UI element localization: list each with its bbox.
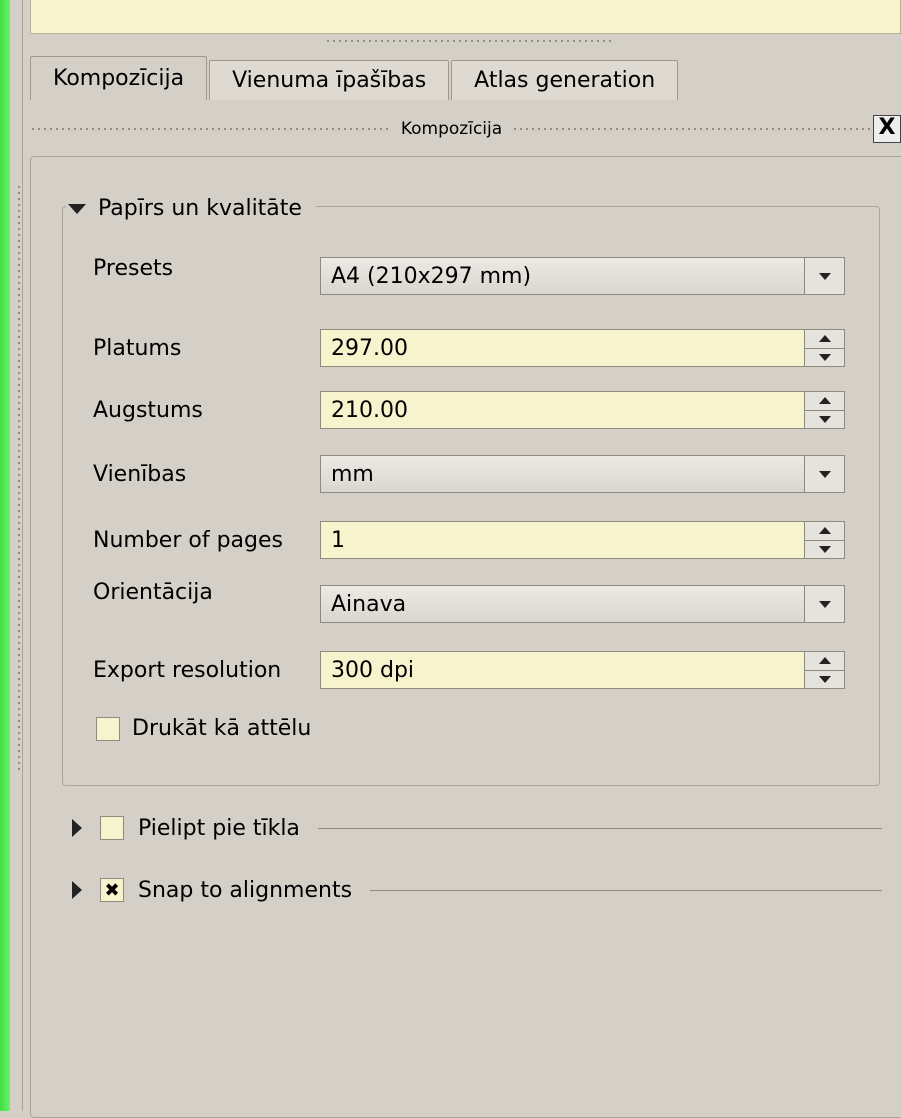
dock-title: Kompozīcija [400, 119, 503, 139]
presets-label: Presets [93, 256, 174, 281]
dropdown-arrow-icon[interactable] [804, 456, 844, 492]
resolution-spinbox[interactable]: 300 dpi [320, 651, 845, 689]
units-row: Vienības mm [93, 454, 853, 494]
width-label: Platums [93, 335, 182, 361]
height-spinbox[interactable]: 210.00 [320, 391, 845, 429]
canvas-area [30, 0, 901, 34]
height-row: Augstums 210.00 [93, 390, 853, 430]
divider [370, 889, 882, 891]
units-value: mm [331, 461, 374, 487]
presets-value: A4 (210x297 mm) [331, 263, 532, 289]
height-label: Augstums [93, 397, 203, 423]
spin-up-icon[interactable] [805, 522, 844, 541]
resize-handle[interactable] [16, 184, 22, 774]
expand-arrow-icon[interactable] [72, 881, 82, 899]
resolution-value[interactable]: 300 dpi [321, 658, 804, 683]
spin-down-icon[interactable] [805, 349, 844, 367]
width-row: Platums 297.00 [93, 328, 853, 368]
presets-row: Presets A4 (210x297 mm) [93, 256, 853, 296]
spin-buttons[interactable] [804, 392, 844, 428]
close-icon[interactable]: X [873, 115, 901, 143]
orientation-value: Ainava [331, 591, 407, 617]
orientation-label: Orientācija [93, 580, 213, 605]
spin-up-icon[interactable] [805, 392, 844, 411]
tab-atlas-generation[interactable]: Atlas generation [451, 60, 679, 100]
group-title: Papīrs un kvalitāte [98, 196, 302, 221]
print-as-image-option[interactable]: Drukāt kā attēlu [96, 716, 311, 741]
presets-combobox[interactable]: A4 (210x297 mm) [320, 257, 845, 295]
resolution-row: Export resolution 300 dpi [93, 650, 853, 690]
resolution-label: Export resolution [93, 657, 282, 683]
collapse-arrow-icon[interactable] [68, 203, 86, 214]
height-value[interactable]: 210.00 [321, 398, 804, 423]
snap-align-label: Snap to alignments [138, 877, 353, 903]
snap-align-group: ✖ Snap to alignments [72, 874, 882, 906]
dock-title-bar[interactable]: Kompozīcija X [30, 114, 901, 144]
pages-value[interactable]: 1 [321, 528, 804, 553]
spin-up-icon[interactable] [805, 652, 844, 671]
width-spinbox[interactable]: 297.00 [320, 329, 845, 367]
group-header-paper-quality[interactable]: Papīrs un kvalitāte [66, 196, 316, 221]
spin-buttons[interactable] [804, 522, 844, 558]
units-label: Vienības [93, 461, 187, 487]
background-strip [0, 0, 10, 1111]
snap-grid-checkbox[interactable] [100, 816, 124, 840]
tab-item-properties[interactable]: Vienuma īpašības [209, 60, 450, 100]
divider [317, 827, 882, 829]
orientation-combobox[interactable]: Ainava [320, 585, 845, 623]
print-as-image-label: Drukāt kā attēlu [132, 716, 312, 741]
orientation-row: Orientācija Ainava [93, 580, 853, 624]
pages-spinbox[interactable]: 1 [320, 521, 845, 559]
pages-row: Number of pages 1 [93, 520, 853, 560]
drag-grip[interactable] [512, 126, 873, 132]
snap-align-checkbox[interactable]: ✖ [100, 878, 124, 902]
spin-up-icon[interactable] [805, 330, 844, 349]
drag-grip[interactable] [30, 126, 391, 132]
splitter-handle[interactable] [325, 38, 615, 44]
tab-bar: Kompozīcija Vienuma īpašības Atlas gener… [30, 56, 680, 100]
expand-arrow-icon[interactable] [72, 819, 82, 837]
spin-down-icon[interactable] [805, 541, 844, 559]
snap-grid-group: Pielipt pie tīkla [72, 812, 882, 844]
units-combobox[interactable]: mm [320, 455, 845, 493]
width-value[interactable]: 297.00 [321, 336, 804, 361]
tab-composition[interactable]: Kompozīcija [30, 56, 208, 100]
snap-grid-label: Pielipt pie tīkla [138, 815, 300, 841]
spin-down-icon[interactable] [805, 411, 844, 429]
pages-label: Number of pages [93, 527, 283, 553]
spin-down-icon[interactable] [805, 671, 844, 689]
spin-buttons[interactable] [804, 652, 844, 688]
print-as-image-checkbox[interactable] [96, 716, 120, 741]
spin-buttons[interactable] [804, 330, 844, 366]
dropdown-arrow-icon[interactable] [804, 586, 844, 622]
dropdown-arrow-icon[interactable] [804, 258, 844, 294]
